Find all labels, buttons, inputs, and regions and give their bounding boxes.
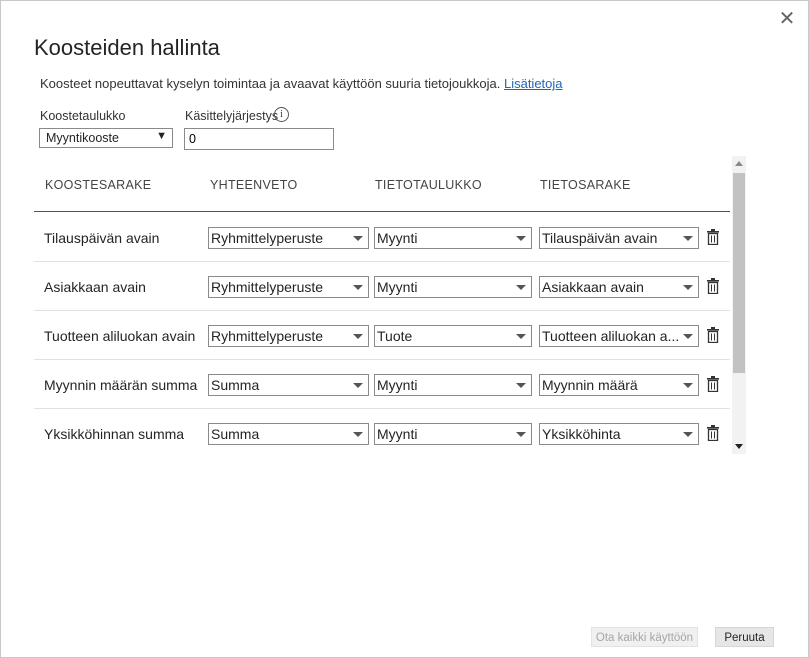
dialog-description: Koosteet nopeuttavat kyselyn toimintaa j…: [40, 76, 563, 91]
summarization-value: Summa: [211, 426, 260, 442]
chevron-down-icon: [683, 236, 693, 241]
summarization-dropdown[interactable]: Ryhmittelyperuste: [208, 276, 369, 298]
manage-aggregations-dialog: ✕ Koosteiden hallinta Koosteet nopeuttav…: [0, 0, 809, 658]
header-summary: YHTEENVETO: [210, 178, 298, 192]
close-icon[interactable]: ✕: [777, 9, 797, 30]
detail-column-dropdown[interactable]: Tilauspäivän avain: [539, 227, 699, 249]
detail-column-dropdown[interactable]: Myynnin määrä: [539, 374, 699, 396]
chevron-down-icon: [683, 432, 693, 437]
summarization-dropdown[interactable]: Summa: [208, 423, 369, 445]
summarization-value: Ryhmittelyperuste: [211, 279, 324, 295]
detail-column-value: Tuotteen aliluokan a...: [542, 328, 680, 344]
table-row: Tuotteen aliluokan avain Ryhmittelyperus…: [34, 311, 730, 360]
detail-table-value: Tuote: [377, 328, 413, 344]
agg-table-label: Koostetaulukko: [40, 109, 126, 123]
trash-icon[interactable]: [707, 278, 719, 294]
detail-table-dropdown[interactable]: Myynti: [374, 374, 532, 396]
detail-column-value: Myynnin määrä: [542, 377, 638, 393]
info-icon[interactable]: i: [274, 107, 289, 122]
detail-column-dropdown[interactable]: Asiakkaan avain: [539, 276, 699, 298]
detail-column-dropdown[interactable]: Yksikköhinta: [539, 423, 699, 445]
dropdown-arrow-icon: ▼: [156, 130, 167, 142]
scroll-up-icon[interactable]: [735, 161, 743, 166]
detail-column-value: Asiakkaan avain: [542, 279, 644, 295]
agg-table-value: Myyntikooste: [46, 131, 119, 145]
detail-column-value: Tilauspäivän avain: [542, 230, 658, 246]
precedence-label: Käsittelyjärjestys: [185, 109, 279, 123]
precedence-input[interactable]: [184, 128, 334, 150]
agg-column-name: Yksikköhinnan summa: [44, 426, 185, 442]
chevron-down-icon: [683, 334, 693, 339]
summarization-dropdown[interactable]: Summa: [208, 374, 369, 396]
detail-column-value: Yksikköhinta: [542, 426, 621, 442]
detail-table-value: Myynti: [377, 377, 418, 393]
trash-icon[interactable]: [707, 376, 719, 392]
detail-table-dropdown[interactable]: Myynti: [374, 276, 532, 298]
detail-table-value: Myynti: [377, 230, 418, 246]
summarization-value: Ryhmittelyperuste: [211, 230, 324, 246]
summarization-dropdown[interactable]: Ryhmittelyperuste: [208, 227, 369, 249]
chevron-down-icon: [353, 334, 363, 339]
summarization-value: Ryhmittelyperuste: [211, 328, 324, 344]
chevron-down-icon: [516, 285, 526, 290]
cancel-button[interactable]: Peruuta: [715, 627, 774, 647]
chevron-down-icon: [353, 285, 363, 290]
header-detail-column: TIETOSARAKE: [540, 178, 631, 192]
detail-table-dropdown[interactable]: Myynti: [374, 423, 532, 445]
header-agg-column: KOOSTESARAKE: [45, 178, 152, 192]
summarization-dropdown[interactable]: Ryhmittelyperuste: [208, 325, 369, 347]
chevron-down-icon: [353, 432, 363, 437]
agg-column-name: Asiakkaan avain: [44, 279, 146, 295]
scroll-down-icon[interactable]: [735, 444, 743, 449]
detail-table-value: Myynti: [377, 279, 418, 295]
vertical-scrollbar[interactable]: [732, 156, 746, 454]
table-row: Asiakkaan avain Ryhmittelyperuste Myynti…: [34, 262, 730, 311]
trash-icon[interactable]: [707, 327, 719, 343]
description-text: Koosteet nopeuttavat kyselyn toimintaa j…: [40, 76, 501, 91]
chevron-down-icon: [516, 383, 526, 388]
detail-table-dropdown[interactable]: Tuote: [374, 325, 532, 347]
trash-icon[interactable]: [707, 425, 719, 441]
enable-all-button[interactable]: Ota kaikki käyttöön: [591, 627, 698, 647]
scroll-thumb[interactable]: [733, 173, 745, 373]
dialog-title: Koosteiden hallinta: [34, 35, 220, 60]
agg-column-name: Tuotteen aliluokan avain: [44, 328, 196, 344]
chevron-down-icon: [353, 236, 363, 241]
chevron-down-icon: [516, 432, 526, 437]
agg-table-select[interactable]: Myyntikooste ▼: [39, 128, 173, 148]
agg-column-name: Myynnin määrän summa: [44, 377, 198, 393]
chevron-down-icon: [353, 383, 363, 388]
summarization-value: Summa: [211, 377, 260, 393]
header-divider: [34, 211, 730, 212]
detail-table-dropdown[interactable]: Myynti: [374, 227, 532, 249]
detail-column-dropdown[interactable]: Tuotteen aliluokan a...: [539, 325, 699, 347]
agg-column-name: Tilauspäivän avain: [44, 230, 160, 246]
chevron-down-icon: [683, 383, 693, 388]
learn-more-link[interactable]: Lisätietoja: [504, 76, 563, 91]
table-row: Myynnin määrän summa Summa Myynti Myynni…: [34, 360, 730, 409]
header-detail-table: TIETOTAULUKKO: [375, 178, 482, 192]
table-row: Yksikköhinnan summa Summa Myynti Yksikkö…: [34, 409, 730, 458]
table-row: Tilauspäivän avain Ryhmittelyperuste Myy…: [34, 213, 730, 262]
trash-icon[interactable]: [707, 229, 719, 245]
chevron-down-icon: [516, 334, 526, 339]
detail-table-value: Myynti: [377, 426, 418, 442]
chevron-down-icon: [683, 285, 693, 290]
chevron-down-icon: [516, 236, 526, 241]
